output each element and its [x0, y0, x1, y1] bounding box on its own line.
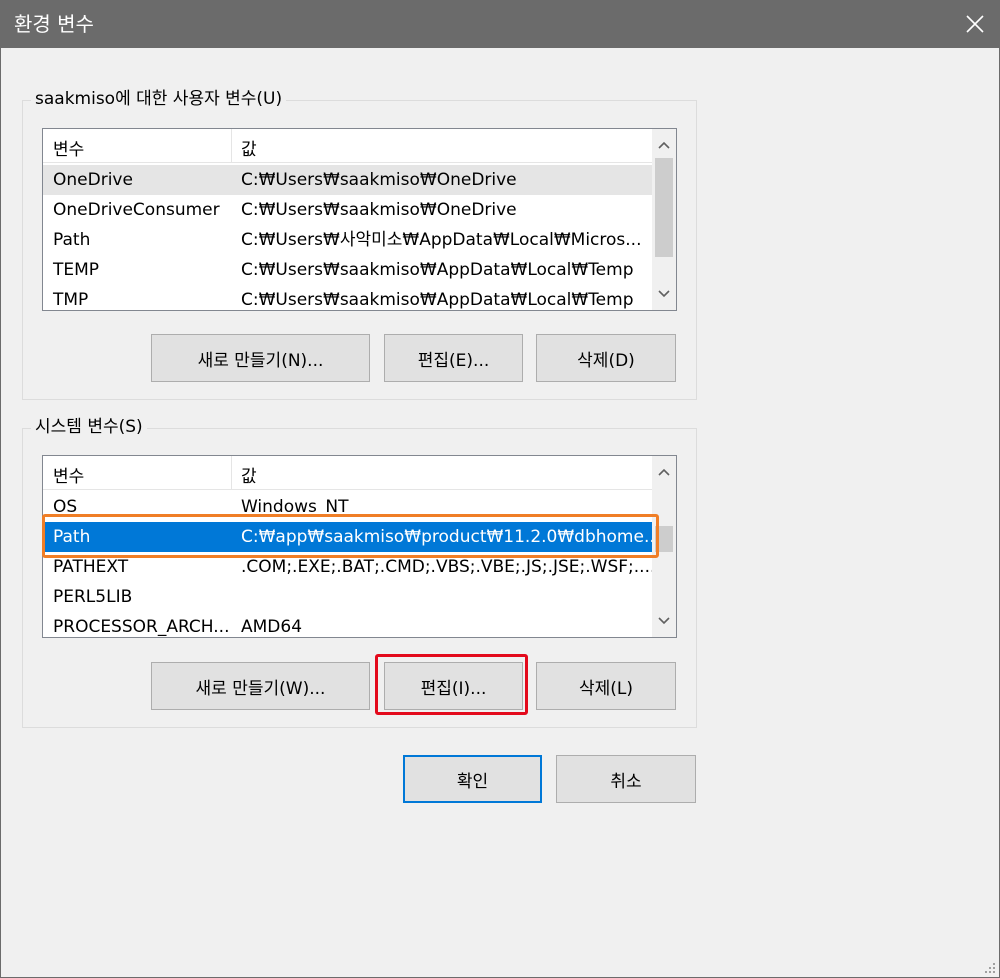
list-item[interactable]: OneDrive C:₩Users₩saakmiso₩OneDrive: [43, 165, 652, 195]
column-header-value[interactable]: 값: [241, 135, 257, 160]
system-variables-legend: 시스템 변수(S): [31, 414, 147, 440]
chevron-up-icon: [658, 141, 670, 149]
scroll-up-button[interactable]: [652, 460, 676, 484]
scroll-thumb[interactable]: [655, 158, 673, 257]
system-list-header: 변수 값: [43, 456, 676, 490]
variable-value: C:₩Users₩saakmiso₩OneDrive: [241, 170, 517, 190]
path-row-highlight: [42, 514, 659, 558]
user-list-header: 변수 값: [43, 129, 676, 163]
variable-name: TMP: [53, 290, 89, 310]
variable-value: C:₩Users₩saakmiso₩OneDrive: [241, 200, 517, 220]
list-item[interactable]: TEMP C:₩Users₩saakmiso₩AppData₩Local₩Tem…: [43, 255, 652, 285]
resize-grip-icon[interactable]: [981, 959, 997, 975]
column-header-name[interactable]: 변수: [53, 462, 84, 487]
column-header-name[interactable]: 변수: [53, 135, 84, 160]
list-item[interactable]: PROCESSOR_ARCH... AMD64: [43, 612, 652, 637]
close-icon: [966, 15, 984, 33]
variable-value: C:₩Users₩saakmiso₩AppData₩Local₩Temp: [241, 260, 634, 280]
scroll-down-button[interactable]: [652, 282, 676, 306]
variable-name: TEMP: [53, 260, 100, 280]
chevron-down-icon: [658, 290, 670, 298]
scroll-up-button[interactable]: [652, 133, 676, 157]
user-variables-legend: saakmiso에 대한 사용자 변수(U): [31, 86, 287, 112]
variable-value: AMD64: [241, 617, 303, 637]
variable-name: OneDrive: [53, 170, 133, 190]
user-delete-button[interactable]: 삭제(D): [536, 334, 676, 382]
cancel-button[interactable]: 취소: [556, 755, 696, 803]
close-button[interactable]: [957, 7, 993, 41]
chevron-up-icon: [658, 468, 670, 476]
column-header-value[interactable]: 값: [241, 462, 257, 487]
system-delete-button[interactable]: 삭제(L): [536, 662, 676, 710]
variable-value: C:₩Users₩saakmiso₩AppData₩Local₩Temp: [241, 290, 634, 310]
environment-variables-dialog: 환경 변수 saakmiso에 대한 사용자 변수(U) 변수 값 OneDri…: [0, 0, 1000, 978]
variable-name: PROCESSOR_ARCH...: [53, 617, 230, 637]
list-item[interactable]: PERL5LIB: [43, 582, 652, 612]
variable-name: OneDriveConsumer: [53, 200, 220, 220]
variable-name: Path: [53, 230, 91, 250]
scroll-down-button[interactable]: [652, 609, 676, 633]
column-divider[interactable]: [231, 456, 232, 490]
column-divider[interactable]: [231, 129, 232, 163]
user-new-button[interactable]: 새로 만들기(N)...: [151, 334, 370, 382]
list-item[interactable]: Path C:₩Users₩사악미소₩AppData₩Local₩Micros.…: [43, 225, 652, 255]
chevron-down-icon: [658, 617, 670, 625]
ok-button[interactable]: 확인: [403, 755, 542, 803]
list-item[interactable]: TMP C:₩Users₩saakmiso₩AppData₩Local₩Temp: [43, 285, 652, 310]
edit-button-highlight: [375, 654, 528, 715]
window-title: 환경 변수: [14, 12, 94, 36]
title-bar: 환경 변수: [1, 1, 999, 48]
user-edit-button[interactable]: 편집(E)...: [384, 334, 523, 382]
variable-value: C:₩Users₩사악미소₩AppData₩Local₩Micros...: [241, 230, 642, 250]
user-list-scrollbar[interactable]: [652, 129, 676, 310]
user-variables-list[interactable]: 변수 값 OneDrive C:₩Users₩saakmiso₩OneDrive…: [42, 128, 677, 311]
system-new-button[interactable]: 새로 만들기(W)...: [151, 662, 370, 710]
variable-name: PERL5LIB: [53, 587, 133, 607]
list-item[interactable]: OneDriveConsumer C:₩Users₩saakmiso₩OneDr…: [43, 195, 652, 225]
